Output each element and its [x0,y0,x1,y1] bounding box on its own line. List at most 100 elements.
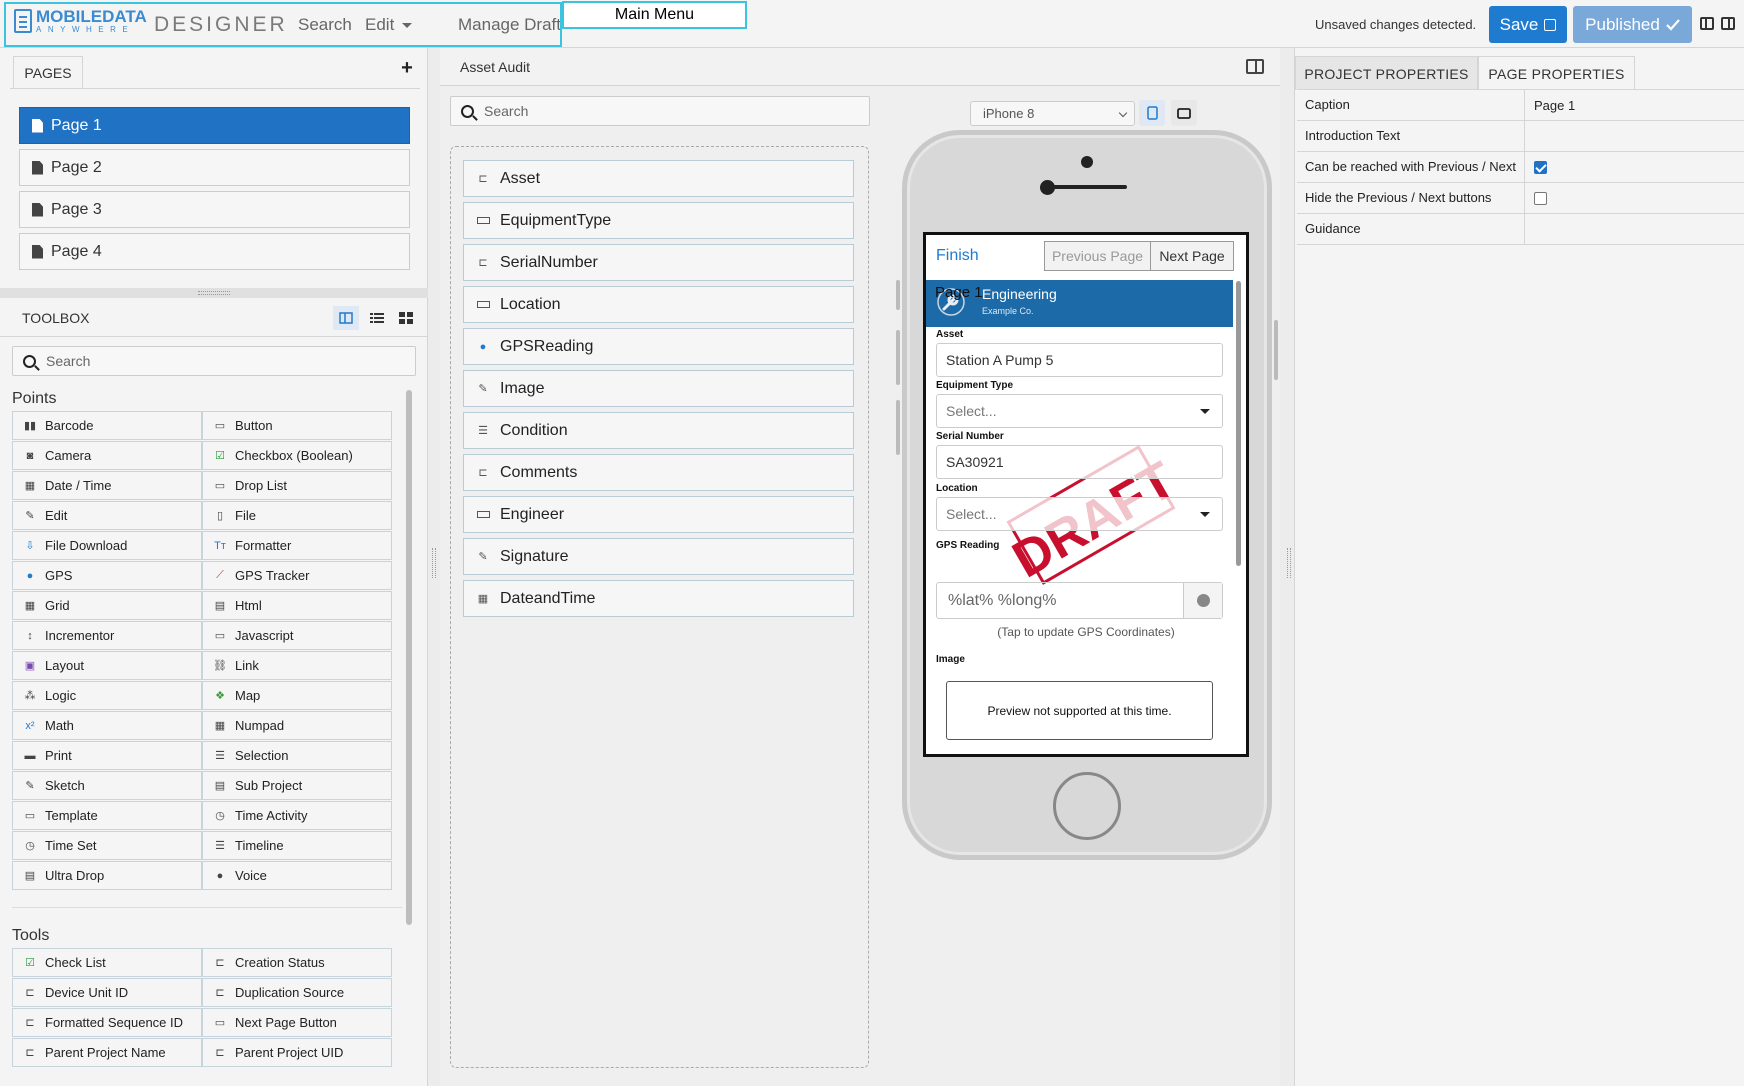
pages-tab[interactable]: PAGES [13,56,83,88]
hide-buttons-checkbox[interactable] [1534,191,1547,205]
tool-duplication-source[interactable]: ⊏ Duplication Source [202,978,392,1007]
next-page-button[interactable]: Next Page [1150,241,1234,271]
tool-sub-project[interactable]: ▤ Sub Project [202,771,392,800]
tool-barcode[interactable]: ▮▮ Barcode [12,411,202,440]
tool-link[interactable]: ⛓ Link [202,651,392,680]
tool-button[interactable]: ▭ Button [202,411,392,440]
field-item[interactable]: ⊏ SerialNumber [463,244,854,281]
tool-creation-status[interactable]: ⊏ Creation Status [202,948,392,977]
published-button[interactable]: Published [1573,6,1692,43]
reachable-checkbox[interactable] [1534,160,1547,174]
field-item[interactable]: ✎ Image [463,370,854,407]
droplist-icon [476,301,490,308]
tool-next-page-button[interactable]: ▭ Next Page Button [202,1008,392,1037]
toggle-left-panel-icon[interactable] [1700,17,1714,30]
view-split-icon[interactable] [333,306,359,330]
tool-javascript[interactable]: ▭ Javascript [202,621,392,650]
tool-drop-list[interactable]: ▭ Drop List [202,471,392,500]
tool-parent-project-name[interactable]: ⊏ Parent Project Name [12,1038,202,1067]
tool-formatted-sequence-id[interactable]: ⊏ Formatted Sequence ID [12,1008,202,1037]
save-button[interactable]: Save [1489,6,1567,43]
field-item[interactable]: Engineer [463,496,854,533]
toggle-right-panel-icon[interactable] [1721,17,1735,30]
canvas-search[interactable] [450,96,870,126]
toolbox-search-input[interactable] [46,353,360,369]
tool-file-download[interactable]: ⇩ File Download [12,531,202,560]
tool-time-set[interactable]: ◷ Time Set [12,831,202,860]
page-item[interactable]: Page 1 [19,107,410,144]
view-list-icon[interactable] [364,306,390,330]
tool-gps[interactable]: ● GPS [12,561,202,590]
tool-layout[interactable]: ▣ Layout [12,651,202,680]
screen-scrollbar[interactable] [1236,281,1241,566]
tool-gps-tracker[interactable]: ⟋ GPS Tracker [202,561,392,590]
field-item[interactable]: ✎ Signature [463,538,854,575]
tab-page-properties[interactable]: PAGE PROPERTIES [1478,56,1635,90]
tool-parent-project-uid[interactable]: ⊏ Parent Project UID [202,1038,392,1067]
portrait-icon[interactable] [1139,100,1165,126]
device-select[interactable]: iPhone 8 [970,101,1135,126]
tool-edit[interactable]: ✎ Edit [12,501,202,530]
page-item[interactable]: Page 3 [19,191,410,228]
toolbox-search[interactable] [12,346,416,376]
tool-camera[interactable]: ◙ Camera [12,441,202,470]
field-item[interactable]: EquipmentType [463,202,854,239]
tool-timeline[interactable]: ☰ Timeline [202,831,392,860]
gps-hint: (Tap to update GPS Coordinates) [997,625,1175,639]
field-item[interactable]: Location [463,286,854,323]
canvas-search-input[interactable] [484,103,811,119]
page-icon [32,118,43,133]
view-grid-icon[interactable] [393,306,419,330]
gps-reading-value[interactable]: %lat% %long% [937,583,1184,618]
plus-icon[interactable]: + [394,56,420,82]
right-resize-handle[interactable] [1287,548,1291,578]
field-item[interactable]: ⊏ Comments [463,454,854,491]
left-resize-handle[interactable] [432,548,436,578]
page-item[interactable]: Page 2 [19,149,410,186]
tool-voice[interactable]: ● Voice [202,861,392,890]
toolbox-scrollbar[interactable] [406,390,412,925]
tool-map[interactable]: ❖ Map [202,681,392,710]
tool-grid[interactable]: ▦ Grid [12,591,202,620]
tool-formatter[interactable]: Tт Formatter [202,531,392,560]
tool-math[interactable]: x² Math [12,711,202,740]
tool-time-activity[interactable]: ◷ Time Activity [202,801,392,830]
gps-refresh-button[interactable] [1184,583,1222,618]
tool-checkbox-boolean[interactable]: ☑ Checkbox (Boolean) [202,441,392,470]
page-item-label: Page 2 [51,158,102,176]
field-item[interactable]: ● GPSReading [463,328,854,365]
tab-project-properties[interactable]: PROJECT PROPERTIES [1295,56,1478,90]
introduction-text-value[interactable] [1525,121,1744,151]
field-item[interactable]: ▦ DateandTime [463,580,854,617]
tool-print[interactable]: ▬ Print [12,741,202,770]
tool-logic[interactable]: ⁂ Logic [12,681,202,710]
tool-template[interactable]: ▭ Template [12,801,202,830]
landscape-icon[interactable] [1171,100,1197,126]
asset-input[interactable]: Station A Pump 5 [936,343,1223,377]
tool-date-time[interactable]: ▦ Date / Time [12,471,202,500]
tool-ultra-drop[interactable]: ▤ Ultra Drop [12,861,202,890]
location-select[interactable]: Select... [936,497,1223,531]
field-item[interactable]: ⊏ Asset [463,160,854,197]
tool-html[interactable]: ▤ Html [202,591,392,620]
previous-page-button[interactable]: Previous Page [1044,241,1151,271]
page-item[interactable]: Page 4 [19,233,410,270]
field-item[interactable]: ☰ Condition [463,412,854,449]
home-button [1053,772,1121,840]
tool-selection[interactable]: ☰ Selection [202,741,392,770]
caption-value[interactable]: Page 1 [1525,90,1744,120]
tag-icon: ⊏ [25,987,35,999]
equipment-type-select[interactable]: Select... [936,394,1223,428]
guidance-value[interactable] [1525,214,1744,244]
panel-splitter[interactable] [0,288,428,298]
tool-numpad[interactable]: ▦ Numpad [202,711,392,740]
tool-check-list[interactable]: ☑ Check List [12,948,202,977]
tool-incrementor[interactable]: ↕ Incrementor [12,621,202,650]
tool-device-unit-id[interactable]: ⊏ Device Unit ID [12,978,202,1007]
split-view-icon[interactable] [1246,59,1264,74]
camera-icon: ◙ [26,449,34,462]
finish-button[interactable]: Finish [936,247,979,265]
tool-sketch[interactable]: ✎ Sketch [12,771,202,800]
serial-number-input[interactable]: SA30921 [936,445,1223,479]
tool-file[interactable]: ▯ File [202,501,392,530]
